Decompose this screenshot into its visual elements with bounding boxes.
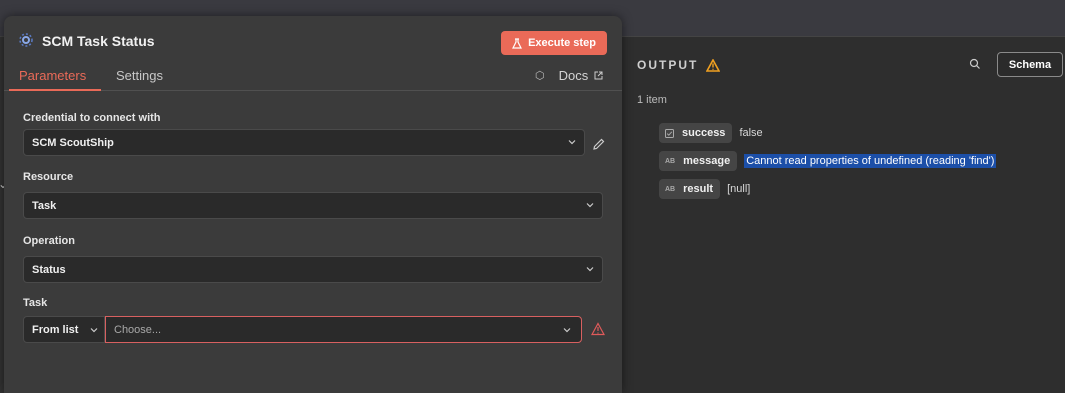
search-icon[interactable]	[969, 58, 981, 70]
chevron-down-icon	[90, 328, 98, 333]
task-placeholder: Choose...	[114, 323, 162, 336]
external-link-icon	[594, 71, 603, 80]
credential-value: SCM ScoutShip	[32, 136, 114, 149]
output-header: OUTPUT	[637, 58, 721, 72]
output-row: AB message Cannot read properties of und…	[659, 151, 997, 171]
output-title: OUTPUT	[637, 58, 699, 72]
schema-view-button[interactable]: Schema	[997, 52, 1063, 77]
edit-pencil-icon[interactable]	[592, 137, 606, 151]
task-mode-value: From list	[32, 323, 79, 336]
output-row: success false	[659, 123, 763, 143]
resource-select[interactable]: Task	[23, 192, 603, 219]
task-select[interactable]: Choose...	[105, 316, 582, 343]
field-key: message	[683, 155, 731, 167]
output-row: AB result [null]	[659, 179, 750, 199]
operation-label: Operation	[23, 235, 75, 247]
gear-icon	[19, 33, 33, 47]
credential-select[interactable]: SCM ScoutShip	[23, 129, 585, 156]
field-pill[interactable]: success	[659, 123, 733, 143]
docs-link[interactable]: ⬡ Docs	[535, 68, 603, 83]
field-pill[interactable]: AB result	[659, 179, 721, 199]
chevron-down-icon	[586, 203, 594, 208]
warning-icon	[706, 58, 721, 72]
string-icon: AB	[665, 185, 676, 193]
docs-label: Docs	[558, 68, 589, 83]
field-value: false	[739, 127, 763, 139]
field-value: Cannot read properties of undefined (rea…	[744, 154, 997, 168]
task-mode-select[interactable]: From list	[23, 316, 105, 343]
tab-settings[interactable]: Settings	[116, 68, 163, 83]
string-icon: AB	[665, 157, 676, 165]
chevron-down-icon	[586, 267, 594, 272]
field-key: success	[682, 127, 726, 139]
task-label: Task	[23, 297, 48, 309]
active-tab-indicator	[9, 89, 101, 91]
operation-value: Status	[32, 263, 66, 276]
field-pill[interactable]: AB message	[659, 151, 738, 171]
tab-parameters[interactable]: Parameters	[19, 68, 86, 83]
field-key: result	[683, 183, 714, 195]
resource-value: Task	[32, 199, 57, 212]
cube-icon: ⬡	[535, 70, 545, 82]
parameters-panel: SCM Task Status Execute step Parameters …	[4, 16, 622, 393]
chevron-down-icon	[563, 328, 571, 333]
execute-step-button[interactable]: Execute step	[501, 31, 607, 55]
field-value: [null]	[727, 183, 751, 195]
node-title: SCM Task Status	[42, 33, 155, 49]
resource-label: Resource	[23, 171, 74, 183]
execute-step-label: Execute step	[528, 37, 596, 49]
item-count: 1 item	[637, 94, 667, 106]
boolean-icon	[665, 128, 674, 138]
flask-icon	[512, 37, 523, 49]
warning-icon	[591, 322, 605, 336]
operation-select[interactable]: Status	[23, 256, 603, 283]
chevron-down-icon	[568, 140, 576, 145]
panel-header: SCM Task Status Execute step Parameters …	[4, 16, 622, 91]
credential-label: Credential to connect with	[23, 112, 161, 124]
